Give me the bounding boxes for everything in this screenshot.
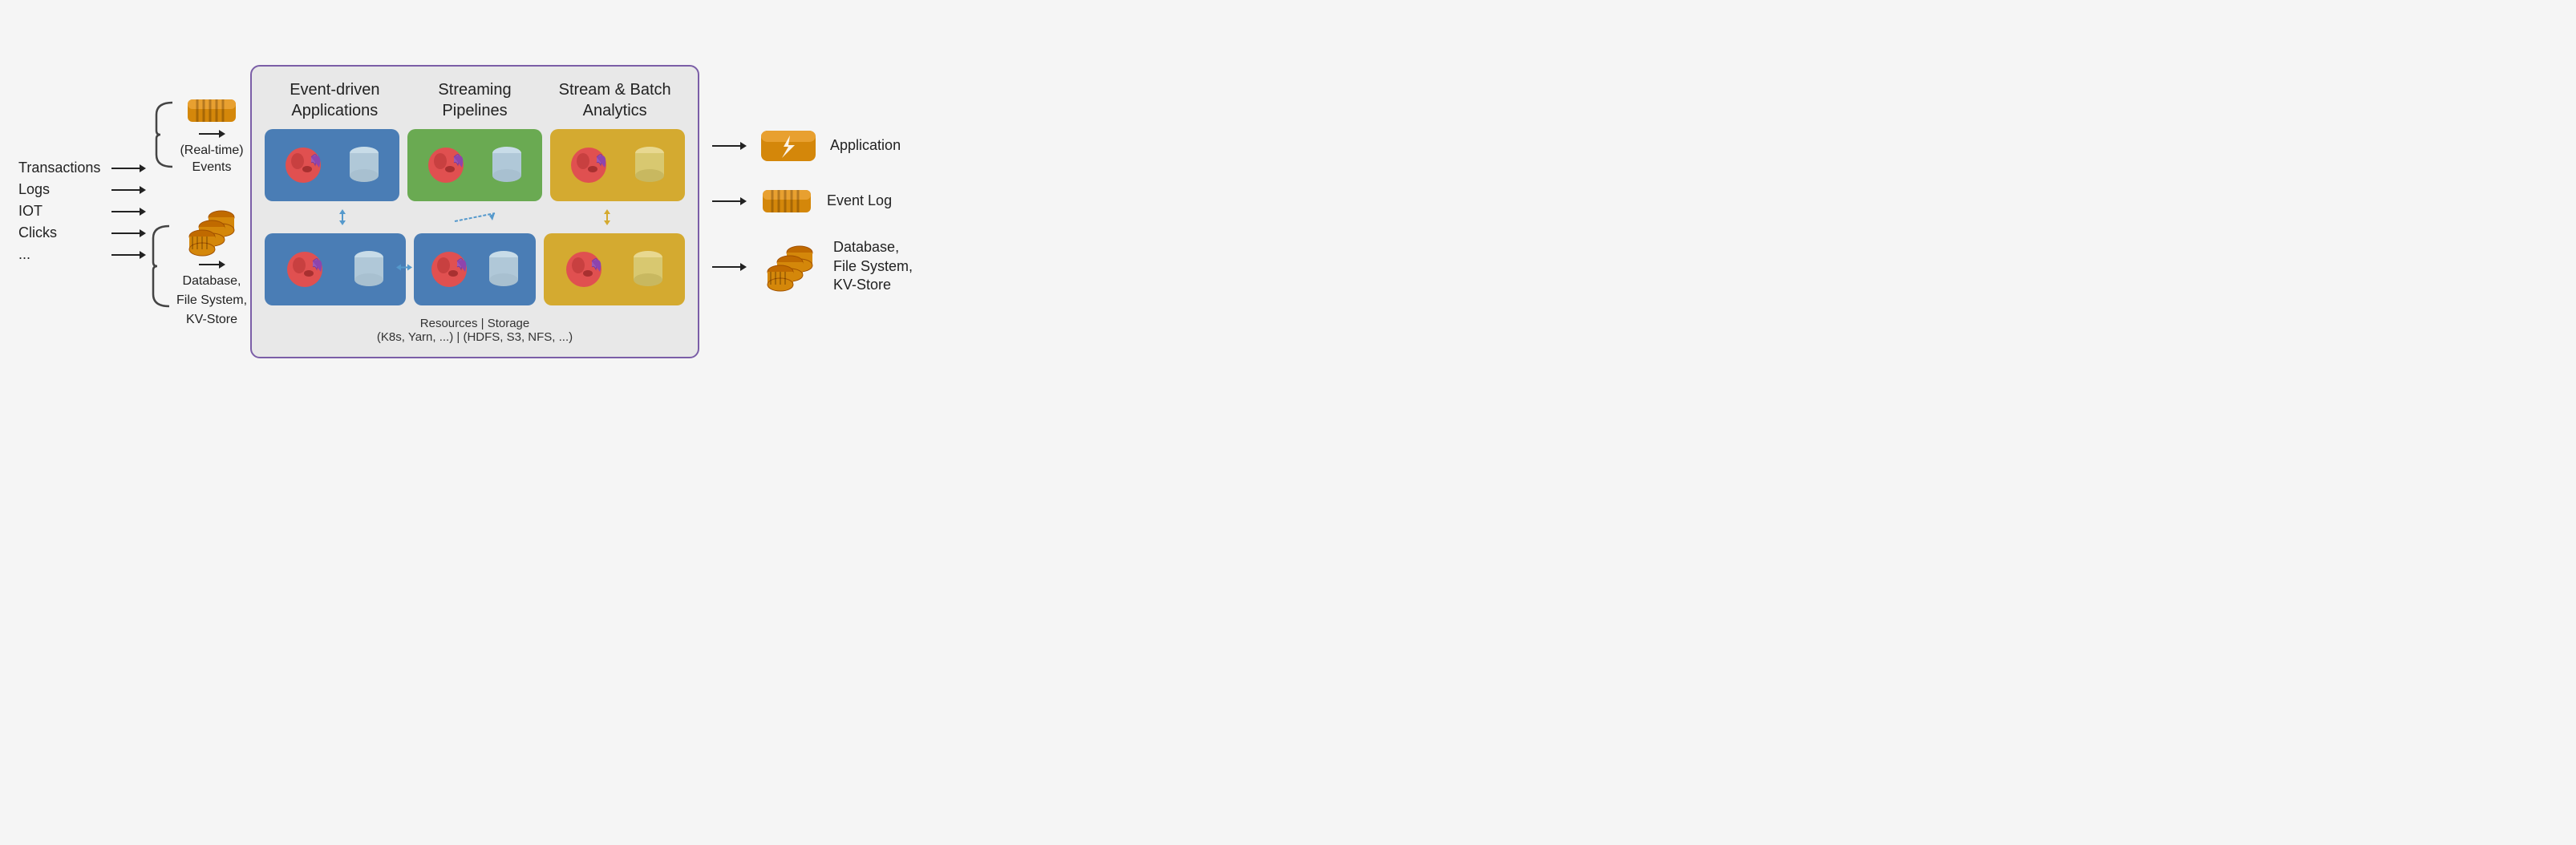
v-bidirectional-arrow-1 xyxy=(336,209,349,225)
output-row-database: Database, File System, KV-Store xyxy=(712,238,913,296)
db-cylinder-3-yellow xyxy=(632,145,667,185)
cell-event-driven-top xyxy=(265,129,399,201)
output-row-event-log: Event Log xyxy=(712,184,913,219)
database-stack-output xyxy=(759,238,820,296)
inter-row-arrows xyxy=(265,209,685,225)
logs-label: Logs xyxy=(18,181,107,198)
database-stack-left xyxy=(181,203,242,261)
event-log-icon-output xyxy=(759,184,814,219)
cell-streaming-top xyxy=(407,129,542,201)
h-bidirectional-arrow-left xyxy=(396,261,412,273)
input-labels-section: Transactions Logs IOT Clicks xyxy=(18,160,146,263)
db-label-output: Database, File System, KV-Store xyxy=(833,238,913,294)
flink-logo-4 xyxy=(285,249,325,289)
db-cylinder-6-yellow xyxy=(630,249,666,289)
iot-label: IOT xyxy=(18,203,107,220)
col-header-streaming: Streaming Pipelines xyxy=(411,79,539,121)
column-headers: Event-drivenApplications Streaming Pipel… xyxy=(265,79,685,121)
architecture-diagram: Transactions Logs IOT Clicks xyxy=(18,65,1270,358)
clicks-label: Clicks xyxy=(18,224,107,241)
brace-icons-section: (Real-time) Events xyxy=(149,93,247,330)
input-row-etc: ... xyxy=(18,246,146,263)
v-bidirectional-arrow-3 xyxy=(601,209,614,225)
bottom-brace-icon xyxy=(149,222,173,310)
db-cylinder-2 xyxy=(489,145,525,185)
event-log-cylinder-top xyxy=(184,93,239,128)
top-cells-row xyxy=(265,129,685,201)
col-header-analytics: Stream & BatchAnalytics xyxy=(551,79,679,121)
output-row-application: Application xyxy=(712,127,913,164)
flink-logo-1 xyxy=(283,145,323,185)
cell-analytics-top xyxy=(550,129,685,201)
transactions-label: Transactions xyxy=(18,160,107,176)
flink-logo-3 xyxy=(569,145,609,185)
db-cylinder-5 xyxy=(486,249,521,289)
col-header-event-driven: Event-drivenApplications xyxy=(270,79,399,121)
application-label: Application xyxy=(830,136,901,155)
cell-event-driven-bottom xyxy=(265,233,406,305)
output-section: Application Event Log xyxy=(712,127,913,296)
diagonal-arrow xyxy=(451,209,499,225)
real-time-events-label: (Real-time) Events xyxy=(180,143,243,176)
top-brace-icon xyxy=(152,99,176,171)
db-cylinder-4 xyxy=(351,249,387,289)
flink-logo-2 xyxy=(426,145,466,185)
etc-label: ... xyxy=(18,246,107,263)
input-row-iot: IOT xyxy=(18,203,146,220)
main-flink-container: Event-drivenApplications Streaming Pipel… xyxy=(250,65,699,358)
input-row-logs: Logs xyxy=(18,181,146,198)
event-log-label: Event Log xyxy=(827,192,892,210)
input-row-transactions: Transactions xyxy=(18,160,146,176)
application-icon xyxy=(759,127,817,164)
flink-logo-6 xyxy=(564,249,604,289)
resources-label: Resources | Storage (K8s, Yarn, ...) | (… xyxy=(265,317,685,344)
bottom-cells-row xyxy=(265,233,685,305)
flink-logo-5 xyxy=(429,249,469,289)
cell-streaming-bottom xyxy=(414,233,536,305)
db-label-left: Database, File System, KV-Store xyxy=(176,272,247,330)
cell-analytics-bottom xyxy=(544,233,685,305)
db-cylinder-1 xyxy=(346,145,382,185)
event-log-icon-left-top xyxy=(184,93,239,138)
input-row-clicks: Clicks xyxy=(18,224,146,241)
